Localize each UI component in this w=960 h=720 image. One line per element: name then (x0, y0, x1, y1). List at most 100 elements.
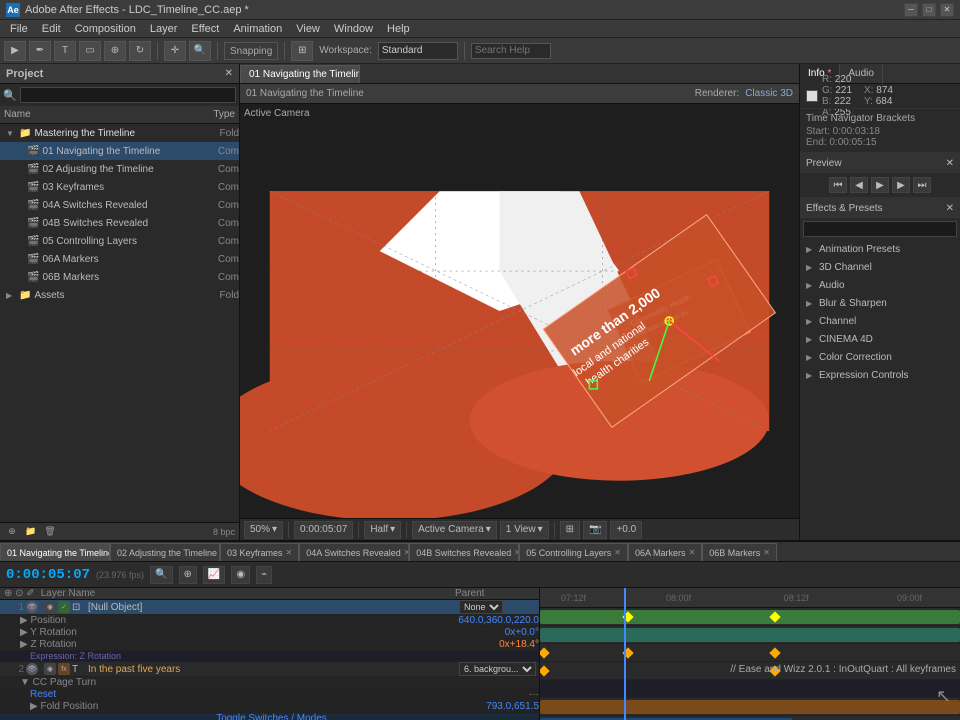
menu-help[interactable]: Help (381, 20, 416, 38)
track-row[interactable] (540, 698, 960, 716)
view-select[interactable]: Active Camera ▾ (412, 521, 497, 539)
table-row[interactable]: ▶ Z Rotation 0x+18.4° (0, 639, 539, 651)
table-row[interactable]: ▶ Position 640.0,360.0,220.0 (0, 615, 539, 627)
keyframe[interactable] (540, 647, 550, 658)
timeline-tab[interactable]: 03 Keyframes ✕ (220, 543, 299, 561)
effect-item[interactable]: ▶ Audio (800, 276, 960, 294)
effects-search-input[interactable] (803, 221, 957, 237)
table-row[interactable]: Toggle Switches / Modes (0, 713, 539, 720)
track-row[interactable] (540, 626, 960, 644)
timeline-search-btn[interactable]: 🔍 (150, 566, 172, 584)
tool-pen[interactable]: ✒ (29, 41, 51, 61)
list-item[interactable]: 🎬 05 Controlling Layers Com (0, 232, 239, 250)
table-row[interactable]: ▶ Y Rotation 0x+0.0° (0, 627, 539, 639)
fx-btn[interactable]: fx (58, 663, 70, 675)
menu-edit[interactable]: Edit (36, 20, 67, 38)
visibility-toggle[interactable]: 👁 (26, 663, 40, 675)
minimize-button[interactable]: ─ (904, 3, 918, 17)
parent-select[interactable]: 6. backgrou... (459, 662, 536, 676)
playhead[interactable] (624, 588, 626, 720)
prev-first-btn[interactable]: ⏮ (829, 177, 847, 193)
timeline-tab[interactable]: 04A Switches Revealed ✕ (299, 543, 409, 561)
project-new-btn[interactable]: ⊕ (4, 525, 20, 539)
prev-last-btn[interactable]: ⏭ (913, 177, 931, 193)
tool-move[interactable]: ✛ (164, 41, 186, 61)
view-count-btn[interactable]: 1 View ▾ (500, 521, 549, 539)
timeline-tab[interactable]: 01 Navigating the Timeline ✕ (0, 543, 110, 561)
project-panel-close[interactable]: ✕ (225, 68, 233, 79)
tl-tab-close-icon[interactable]: ✕ (286, 548, 293, 557)
menu-composition[interactable]: Composition (69, 20, 142, 38)
timeline-mode-btn[interactable]: ⊕ (179, 566, 197, 584)
track-row[interactable] (540, 644, 960, 662)
menu-file[interactable]: File (4, 20, 34, 38)
tool-zoom[interactable]: 🔍 (189, 41, 211, 61)
zoom-level-btn[interactable]: 50% ▾ (244, 521, 283, 539)
current-time-display[interactable]: 0:00:05:07 (6, 567, 90, 583)
effect-item[interactable]: ▶ Blur & Sharpen (800, 294, 960, 312)
comp-tab-active[interactable]: 01 Navigating the Timeline ✕ (240, 65, 360, 83)
list-item[interactable]: 🎬 06B Markers Com (0, 268, 239, 286)
prev-prev-frame-btn[interactable]: ◀ (850, 177, 868, 193)
solo-btn[interactable]: ◉ (44, 601, 56, 613)
track-row[interactable]: // Ease and Wizz 2.0.1 : InOutQuart : Al… (540, 662, 960, 680)
tl-tab-close-icon[interactable]: ✕ (614, 548, 621, 557)
timeline-tab[interactable]: 04B Switches Revealed ✕ (409, 543, 519, 561)
timeline-tab[interactable]: 05 Controlling Layers ✕ (519, 543, 628, 561)
list-item[interactable]: 🎬 06A Markers Com (0, 250, 239, 268)
list-item[interactable]: 🎬 03 Keyframes Com (0, 178, 239, 196)
table-row[interactable]: Reset ··· (0, 689, 539, 701)
effect-item[interactable]: ▶ Color Correction (800, 348, 960, 366)
tl-tab-close-icon[interactable]: ✕ (763, 548, 770, 557)
effect-item[interactable]: ▶ Animation Presets (800, 240, 960, 258)
prev-play-btn[interactable]: ▶ (871, 177, 889, 193)
snapping-checkbox[interactable]: Snapping (224, 42, 278, 60)
list-item[interactable]: 🎬 04A Switches Revealed Com (0, 196, 239, 214)
prev-next-frame-btn[interactable]: ▶ (892, 177, 910, 193)
tool-orbit[interactable]: ↻ (129, 41, 151, 61)
search-help-input[interactable] (471, 43, 551, 59)
toggle-switches-label[interactable]: Toggle Switches / Modes (216, 713, 327, 720)
composition-viewport[interactable]: Active Camera (240, 104, 799, 518)
table-row[interactable]: 1 👁 ◉ ✓ ⊡ [Null Object] None (0, 600, 539, 615)
menu-effect[interactable]: Effect (185, 20, 225, 38)
list-item[interactable]: 🎬 02 Adjusting the Timeline Com (0, 160, 239, 178)
track-row[interactable] (540, 680, 960, 698)
grid-btn[interactable]: ⊞ (560, 521, 580, 539)
table-row[interactable]: ▶ Fold Position 793.0,651.5 (0, 701, 539, 713)
menu-window[interactable]: Window (328, 20, 379, 38)
effect-item[interactable]: ▶ Expression Controls (800, 366, 960, 384)
tool-shape[interactable]: ▭ (79, 41, 101, 61)
list-item[interactable]: 🎬 04B Switches Revealed Com (0, 214, 239, 232)
keyframe[interactable] (769, 647, 780, 658)
timeline-track-area[interactable]: 07:12f 08:00f 08:12f 09:00f (540, 588, 960, 720)
track-row[interactable] (540, 716, 960, 720)
motion-blur-btn[interactable]: ✓ (58, 601, 70, 613)
row-toggle[interactable]: ▶ Position (20, 615, 80, 626)
timeline-motion-btn[interactable]: ⌁ (256, 566, 272, 584)
reset-btn[interactable]: +0.0 (610, 521, 642, 539)
timeline-tab[interactable]: 06A Markers ✕ (628, 543, 702, 561)
visibility-toggle[interactable]: 👁 (26, 601, 40, 613)
effects-panel-close[interactable]: ✕ (946, 203, 954, 214)
list-item[interactable]: ▶ 📁 Assets Fold (0, 286, 239, 304)
camera-btn[interactable]: 📷 (583, 521, 607, 539)
timeline-tab[interactable]: 06B Markers ✕ (702, 543, 777, 561)
project-folder-btn[interactable]: 📁 (23, 525, 39, 539)
solo-btn[interactable]: ◉ (44, 663, 56, 675)
parent-select[interactable]: None (459, 600, 503, 614)
track-row[interactable] (540, 608, 960, 626)
effect-item[interactable]: ▶ Channel (800, 312, 960, 330)
timeline-tab[interactable]: 02 Adjusting the Timeline ✕ (110, 543, 220, 561)
tool-camera[interactable]: ⊕ (104, 41, 126, 61)
project-search-input[interactable] (20, 87, 236, 103)
effect-item[interactable]: ▶ CINEMA 4D (800, 330, 960, 348)
project-delete-btn[interactable]: 🗑 (42, 525, 58, 539)
table-row[interactable]: Expression: Z Rotation (0, 651, 539, 662)
list-item[interactable]: ▼ 📁 Mastering the Timeline Fold (0, 124, 239, 142)
timeline-graph-btn[interactable]: 📈 (203, 566, 225, 584)
reset-link[interactable]: Reset (30, 689, 56, 700)
effect-item[interactable]: ▶ 3D Channel (800, 258, 960, 276)
maximize-button[interactable]: □ (922, 3, 936, 17)
menu-view[interactable]: View (290, 20, 326, 38)
